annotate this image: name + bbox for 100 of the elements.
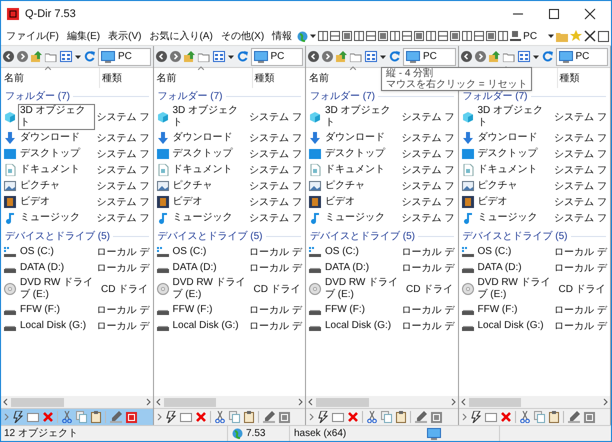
chevron-icon[interactable] [4, 413, 9, 421]
pencil-icon[interactable] [262, 411, 274, 423]
file-name[interactable]: 3D オブジェクト [170, 104, 248, 130]
window-icon[interactable] [598, 30, 609, 42]
caret-icon[interactable] [380, 54, 386, 60]
file-name[interactable]: 3D オブジェクト [18, 104, 95, 130]
caret-icon[interactable] [75, 54, 81, 60]
file-name[interactable]: OS (C:) [18, 245, 56, 259]
copy-icon[interactable] [381, 411, 392, 423]
scroll-right-icon[interactable] [146, 398, 150, 406]
menu-item[interactable]: ファイル(F) [3, 28, 62, 44]
scroll-left-icon[interactable] [460, 398, 466, 406]
view-icon[interactable] [212, 51, 224, 62]
file-name[interactable]: OS (C:) [323, 245, 361, 259]
menu-item[interactable]: お気に入り(A) [146, 28, 216, 44]
file-name[interactable]: ドキュメント [323, 163, 387, 177]
file-name[interactable]: DATA (D:) [18, 261, 66, 275]
refresh-icon[interactable] [542, 51, 552, 62]
layout-icon[interactable] [450, 31, 460, 41]
file-name[interactable]: Local Disk (G:) [476, 319, 546, 333]
file-name[interactable]: ビデオ [476, 195, 510, 209]
file-name[interactable]: ミュージック [170, 211, 234, 225]
delete-icon[interactable] [43, 412, 53, 422]
file-name[interactable]: ダウンロード [18, 131, 82, 145]
address-field[interactable]: PC [403, 48, 456, 66]
up-folder-icon[interactable] [184, 51, 194, 62]
group-header[interactable]: デバイスとドライブ (5) [462, 228, 568, 244]
new-folder-icon[interactable] [45, 52, 57, 62]
lightning-icon[interactable] [13, 411, 23, 423]
copy-icon[interactable] [76, 411, 87, 423]
caret-icon[interactable] [228, 54, 234, 60]
layout-icon[interactable] [378, 31, 388, 41]
scroll-left-icon[interactable] [308, 398, 313, 406]
layout-icon[interactable] [342, 31, 352, 41]
file-name[interactable]: ビデオ [170, 195, 204, 209]
scroll-thumb[interactable] [11, 398, 64, 406]
file-name[interactable]: ビデオ [18, 195, 52, 209]
file-name[interactable]: 3D オブジェクト [323, 104, 400, 130]
file-name[interactable]: DATA (D:) [476, 261, 524, 275]
network-drive-icon[interactable] [510, 30, 522, 42]
file-name[interactable]: FFW (F:) [18, 303, 62, 317]
name-column-header[interactable]: 名前 [1, 70, 24, 86]
forward-icon[interactable] [17, 51, 28, 62]
delete-icon[interactable] [500, 412, 510, 422]
caret-icon[interactable] [548, 33, 554, 39]
horizontal-scrollbar[interactable] [154, 396, 305, 408]
paste-icon[interactable] [244, 411, 254, 423]
menu-item[interactable]: 表示(V) [105, 28, 144, 44]
layout-icon[interactable] [402, 31, 412, 41]
refresh-icon[interactable] [84, 51, 95, 62]
name-column-header[interactable]: 名前 [306, 70, 329, 86]
file-name[interactable]: デスクトップ [323, 147, 387, 161]
square-icon[interactable] [126, 412, 137, 422]
layout-icon[interactable] [330, 31, 340, 41]
file-name[interactable]: ビデオ [323, 195, 357, 209]
file-name[interactable]: デスクトップ [18, 147, 82, 161]
paste-icon[interactable] [548, 411, 558, 423]
file-name[interactable]: Local Disk (G:) [170, 319, 241, 333]
file-name[interactable]: FFW (F:) [323, 303, 367, 317]
tools-icon[interactable] [584, 30, 596, 42]
layout-icon[interactable] [498, 31, 508, 41]
location-label[interactable]: PC [523, 28, 546, 44]
group-header[interactable]: フォルダー (7) [158, 88, 222, 104]
layout-icon[interactable] [438, 31, 448, 41]
cut-icon[interactable] [214, 411, 224, 423]
file-name[interactable]: ピクチャ [323, 179, 367, 193]
group-header[interactable]: フォルダー (7) [5, 88, 70, 104]
menu-item[interactable]: 情報 [269, 28, 296, 44]
pencil-icon[interactable] [110, 411, 122, 423]
file-name[interactable]: DVD RW ドライブ (E:) [476, 276, 556, 302]
file-name[interactable]: ダウンロード [476, 131, 540, 145]
delete-icon[interactable] [196, 412, 206, 422]
lightning-icon[interactable] [470, 411, 480, 423]
scroll-left-icon[interactable] [156, 398, 160, 406]
file-name[interactable]: DVD RW ドライブ (E:) [323, 276, 404, 302]
star-icon[interactable] [570, 30, 582, 42]
pencil-icon[interactable] [415, 411, 427, 423]
file-name[interactable]: DVD RW ドライブ (E:) [170, 276, 252, 302]
address-field[interactable]: PC [98, 48, 150, 66]
name-column-header[interactable]: 名前 [154, 70, 176, 86]
refresh-icon[interactable] [389, 51, 400, 62]
file-name[interactable]: ミュージック [323, 211, 387, 225]
horizontal-scrollbar[interactable] [1, 396, 152, 408]
file-name[interactable]: DATA (D:) [323, 261, 372, 275]
file-name[interactable]: デスクトップ [170, 147, 234, 161]
file-name[interactable]: FFW (F:) [170, 303, 214, 317]
file-name[interactable]: デスクトップ [476, 147, 540, 161]
group-header[interactable]: デバイスとドライブ (5) [310, 228, 415, 244]
view-icon[interactable] [365, 51, 377, 62]
file-name[interactable]: ミュージック [18, 211, 82, 225]
file-name[interactable]: Local Disk (G:) [323, 319, 394, 333]
file-name[interactable]: ミュージック [476, 211, 540, 225]
menu-item[interactable]: 編集(E) [64, 28, 104, 44]
pencil-icon[interactable] [568, 411, 580, 423]
layout-icon[interactable] [366, 31, 376, 41]
file-name[interactable]: ピクチャ [476, 179, 520, 193]
cut-icon[interactable] [520, 411, 530, 423]
view-icon[interactable] [518, 51, 530, 62]
view-icon[interactable] [60, 51, 72, 62]
group-header[interactable]: フォルダー (7) [310, 88, 375, 104]
